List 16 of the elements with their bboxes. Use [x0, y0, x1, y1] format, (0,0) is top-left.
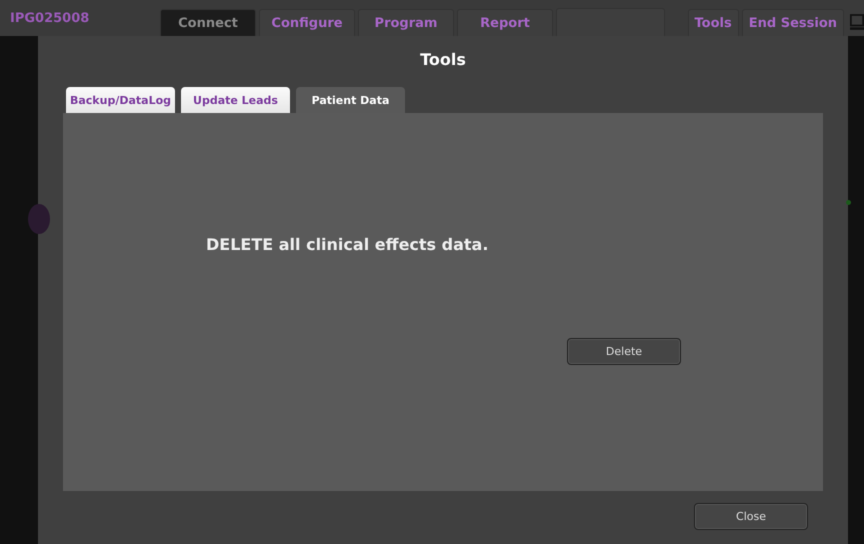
message-text: DELETE all clinical effects data. — [206, 235, 490, 254]
device-id: IPG025008 — [10, 10, 90, 26]
delete-button[interactable]: Delete — [567, 338, 681, 365]
status-dot — [846, 200, 851, 205]
nav-tab[interactable]: Connect — [160, 9, 256, 36]
nav-tab[interactable]: Program — [358, 9, 454, 36]
nav-tab[interactable]: Report — [457, 9, 553, 36]
toolbar-button[interactable]: End Session — [742, 9, 844, 36]
toolbar-button[interactable]: Tools — [688, 9, 739, 36]
dialog-title: Tools — [419, 49, 467, 71]
monitor-icon[interactable] — [850, 12, 864, 32]
tab[interactable]: Backup/DataLog — [66, 87, 175, 113]
tab[interactable]: Patient Data — [296, 87, 405, 113]
tab[interactable]: Update Leads — [181, 87, 290, 113]
close-button[interactable]: Close — [694, 503, 808, 530]
nav-tab[interactable]: Configure — [259, 9, 355, 36]
